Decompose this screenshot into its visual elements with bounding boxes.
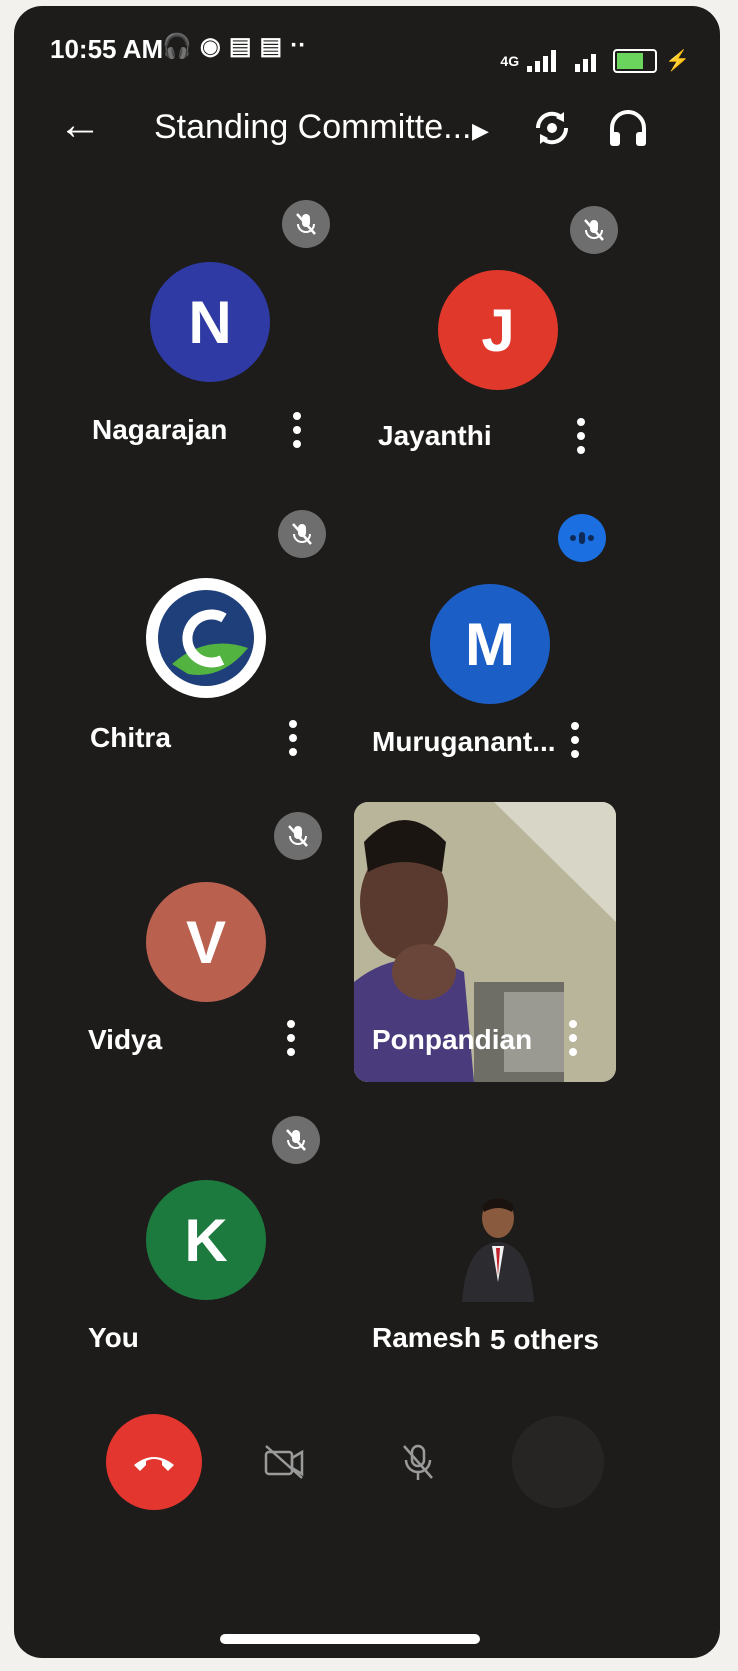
message-icon: ▤ bbox=[228, 33, 252, 60]
participant-name: Jayanthi bbox=[378, 420, 492, 451]
battery-icon bbox=[613, 48, 658, 73]
whatsapp-icon: ◉ bbox=[199, 33, 221, 60]
signal-icon bbox=[527, 49, 557, 72]
call-controls bbox=[14, 1406, 720, 1526]
more-options-icon[interactable] bbox=[290, 410, 304, 450]
system-icons: 4G ⚡ bbox=[500, 48, 690, 73]
message-icon-2: ▤ bbox=[259, 33, 283, 60]
muted-mic-icon bbox=[282, 200, 330, 248]
network-label: 4G bbox=[500, 52, 520, 69]
app-bar: ← Standing Committe... ▶ bbox=[14, 90, 720, 162]
chevron-right-icon[interactable]: ▶ bbox=[472, 118, 489, 144]
end-call-button[interactable] bbox=[106, 1414, 202, 1510]
camera-off-icon bbox=[264, 1445, 304, 1479]
more-options-icon[interactable] bbox=[568, 720, 582, 760]
avatar: M bbox=[430, 584, 550, 704]
muted-mic-icon bbox=[278, 510, 326, 558]
participant-name: Chitra bbox=[90, 722, 171, 753]
mic-toggle-button[interactable] bbox=[388, 1432, 448, 1492]
meeting-title[interactable]: Standing Committe... bbox=[154, 108, 471, 147]
charging-icon: ⚡ bbox=[665, 50, 690, 72]
muted-mic-icon bbox=[570, 206, 618, 254]
others-count[interactable]: 5 others bbox=[490, 1324, 599, 1356]
participant-name: You bbox=[88, 1322, 139, 1353]
more-controls-button[interactable] bbox=[512, 1416, 604, 1508]
back-arrow-icon[interactable]: ← bbox=[58, 100, 102, 150]
more-options-icon[interactable] bbox=[574, 416, 588, 456]
participant-name: Vidya bbox=[88, 1024, 163, 1055]
phone-screen: 10:55 AM 🎧 ◉ ▤ ▤ ·· 4G ⚡ ← Standing Comm… bbox=[14, 6, 720, 1658]
participant-name: Muruganant... bbox=[372, 726, 556, 757]
avatar: N bbox=[150, 262, 270, 382]
avatar: J bbox=[438, 270, 558, 390]
muted-mic-icon bbox=[272, 1116, 320, 1164]
home-indicator[interactable] bbox=[220, 1634, 480, 1644]
more-options-icon[interactable] bbox=[566, 1018, 580, 1058]
mic-off-icon bbox=[403, 1444, 433, 1480]
end-call-icon bbox=[134, 1457, 174, 1471]
status-time: 10:55 AM bbox=[50, 34, 164, 64]
participant-name: Nagarajan bbox=[92, 414, 228, 445]
notification-icons: 🎧 ◉ ▤ ▤ ·· bbox=[162, 32, 306, 61]
participant-name: Ponpandian bbox=[372, 1024, 533, 1055]
switch-camera-icon[interactable] bbox=[530, 106, 574, 150]
signal-icon-2 bbox=[575, 53, 597, 72]
participant-name: Ramesh bbox=[372, 1322, 481, 1353]
status-bar: 10:55 AM 🎧 ◉ ▤ ▤ ·· 4G ⚡ bbox=[50, 28, 690, 73]
participant-photo bbox=[448, 1182, 548, 1302]
avatar: K bbox=[146, 1180, 266, 1300]
more-options-icon[interactable] bbox=[284, 1018, 298, 1058]
headphones-icon[interactable] bbox=[606, 106, 650, 150]
more-notifications-icon: ·· bbox=[290, 32, 307, 59]
avatar: V bbox=[146, 882, 266, 1002]
muted-mic-icon bbox=[274, 812, 322, 860]
headphones-icon: 🎧 bbox=[162, 33, 192, 60]
more-options-icon[interactable] bbox=[286, 718, 300, 758]
camera-toggle-button[interactable] bbox=[254, 1432, 314, 1492]
participant-video-tile[interactable]: Ponpandian bbox=[354, 802, 616, 1082]
speaking-indicator-icon bbox=[558, 514, 606, 562]
company-logo-avatar bbox=[146, 578, 266, 698]
